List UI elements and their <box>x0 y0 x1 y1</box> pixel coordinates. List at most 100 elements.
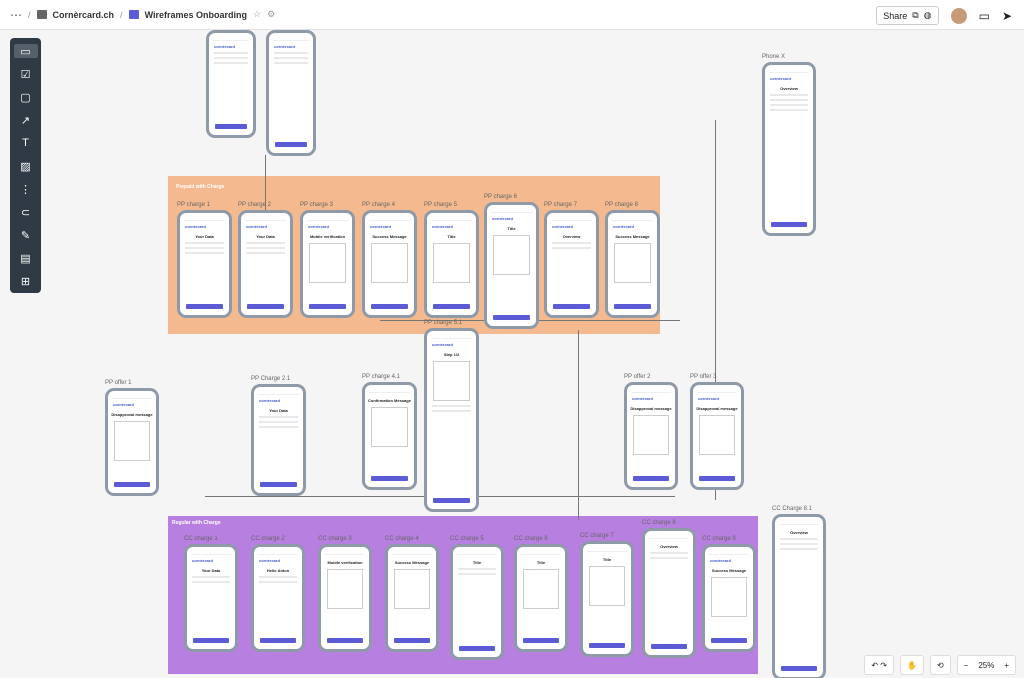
phone-frame[interactable]: cornèrcard <box>266 30 316 156</box>
arrow-icon[interactable]: ↗ <box>18 113 34 127</box>
phone-frame[interactable]: cornèrcard Success Message <box>702 544 756 652</box>
phone-frame[interactable]: cornèrcard Disapproval message <box>105 388 159 496</box>
share-button[interactable]: Share ⧉ ◍ <box>876 6 939 25</box>
phone-frame[interactable]: Mobile verification <box>318 544 372 652</box>
frame-label: PP charge 2 <box>238 202 271 208</box>
frame-tool-icon[interactable]: ▭ <box>13 44 38 58</box>
screen-title: Overview <box>780 86 798 91</box>
screen-title: Title <box>536 560 546 565</box>
settings-icon[interactable]: ⚙ <box>267 9 275 20</box>
screen-title: Disapproval message <box>696 406 738 411</box>
phone-frame[interactable]: cornèrcard Overview <box>544 210 599 318</box>
zoom-out-button[interactable]: − <box>964 661 969 670</box>
frame-icon[interactable]: ▤ <box>18 251 34 265</box>
hand-icon: ✋ <box>906 660 917 670</box>
screen-title: Success Message <box>615 234 650 239</box>
image-icon[interactable]: ▨ <box>18 159 34 173</box>
phone-frame[interactable]: cornèrcard <box>206 30 256 138</box>
phone-frame[interactable]: cornèrcard Title <box>484 202 539 329</box>
phone-frame[interactable]: cornèrcard Disapproval message <box>690 382 744 490</box>
screen-title: Success Message <box>394 560 430 565</box>
copy-icon: ⧉ <box>912 10 919 20</box>
phone-frame[interactable]: Overview <box>772 514 826 678</box>
phone-frame[interactable]: cornèrcard Overview <box>762 62 816 236</box>
screen-title: Overview <box>660 544 678 549</box>
phone-frame[interactable]: Title <box>514 544 568 652</box>
screen-title: Your Data <box>195 234 214 239</box>
breadcrumb: ⋯ / Cornèrcard.ch / Wireframes Onboardin… <box>0 8 275 22</box>
frame-label: PP offer 3 <box>690 374 717 380</box>
board-title[interactable]: Wireframes Onboarding <box>145 10 247 20</box>
link-icon[interactable]: ⊂ <box>18 205 34 219</box>
phone-frame[interactable]: Overview <box>642 528 696 658</box>
components-icon[interactable]: ☑ <box>18 67 34 81</box>
send-icon[interactable]: ➤ <box>1002 9 1012 23</box>
device-icon[interactable]: ▢ <box>18 90 34 104</box>
frame-label: CC charge 1 <box>184 536 218 542</box>
text-icon[interactable]: T <box>18 136 34 150</box>
phone-frame[interactable]: cornèrcard Your Data <box>238 210 293 318</box>
undo-redo[interactable]: ↶ ↷ <box>864 655 894 675</box>
phone-frame[interactable]: cornèrcard Mobile verification <box>300 210 355 318</box>
phone-frame[interactable]: cornèrcard Your Data <box>177 210 232 318</box>
frame-label: PP charge 8 <box>605 202 638 208</box>
hand-tool[interactable]: ✋ <box>899 655 924 675</box>
breadcrumb-org[interactable]: Cornèrcard.ch <box>53 10 115 20</box>
add-icon[interactable]: ⊞ <box>18 274 34 288</box>
frame-label: PP charge 5 <box>424 202 457 208</box>
screen-title: Your Data <box>269 408 288 413</box>
phone-frame[interactable]: cornèrcard Your Data <box>184 544 238 652</box>
canvas[interactable]: Prepaid with Charge Regular with Charge … <box>0 30 1024 678</box>
redo-icon: ↷ <box>880 660 887 670</box>
screen-title: Overview <box>790 530 808 535</box>
star-icon[interactable]: ☆ <box>253 9 261 20</box>
screen-title: Success Message <box>711 568 747 573</box>
globe-icon: ◍ <box>923 10 932 20</box>
group-prepaid-label: Prepaid with Charge <box>176 184 225 190</box>
phone-frame[interactable]: Title <box>450 544 504 660</box>
frame-label: CC charge 2 <box>251 536 285 542</box>
phone-frame[interactable]: cornèrcard Title <box>424 210 479 318</box>
more-icon[interactable]: ⋯ <box>10 8 22 22</box>
tool-palette: ▭ ☑ ▢ ↗ T ▨ ⋮ ⊂ ✎ ▤ ⊞ <box>10 38 41 293</box>
zoom-control: − 25% + <box>956 655 1016 675</box>
frame-label: CC Charge 8.1 <box>772 506 813 512</box>
phone-frame[interactable]: Success Message <box>385 544 439 652</box>
pen-icon[interactable]: ✎ <box>18 228 34 242</box>
phone-frame[interactable]: cornèrcard Your Data <box>251 384 306 496</box>
history-button[interactable]: ⟲ <box>929 655 951 675</box>
grid-icon[interactable]: ⋮ <box>18 182 34 196</box>
phone-frame[interactable]: Confirmation Message <box>362 382 417 490</box>
frame-label: CC charge 4 <box>385 536 419 542</box>
frame-label: CC charge 5 <box>450 536 484 542</box>
top-bar: ⋯ / Cornèrcard.ch / Wireframes Onboardin… <box>0 0 1024 30</box>
comment-icon[interactable]: ▭ <box>979 9 990 23</box>
phone-frame[interactable]: cornèrcard Disapproval message <box>624 382 678 490</box>
screen-title: Disapproval message <box>630 406 672 411</box>
breadcrumb-separator: / <box>28 9 31 20</box>
zoom-in-button[interactable]: + <box>1004 661 1009 670</box>
phone-frame[interactable]: cornèrcard Success Message <box>362 210 417 318</box>
phone-frame[interactable]: cornèrcard Success Message <box>605 210 660 318</box>
screen-title: Success Message <box>372 234 407 239</box>
frame-label: PP charge 6 <box>484 194 517 200</box>
screen-title: Title <box>507 226 516 231</box>
phone-frame[interactable]: cornèrcard Hello Anton <box>251 544 305 652</box>
screen-title: Your Data <box>256 234 275 239</box>
avatar[interactable] <box>950 7 967 24</box>
frame-label: PP charge 4 <box>362 202 395 208</box>
zoom-level: 25% <box>978 660 995 670</box>
undo-icon: ↶ <box>871 660 879 670</box>
group-regular-label: Regular with Charge <box>172 520 221 526</box>
frame-label: PP Charge 2.1 <box>251 376 291 382</box>
connector <box>578 330 579 520</box>
share-label: Share <box>883 10 908 21</box>
top-actions: Share ⧉ ◍ ▭ ➤ <box>876 6 1012 25</box>
frame-label: PP offer 2 <box>624 374 651 380</box>
frame-label: PP offer 1 <box>105 380 132 386</box>
phone-frame[interactable]: Title <box>580 541 634 657</box>
frame-label: PP charge 3 <box>300 202 333 208</box>
phone-frame[interactable]: cornèrcard Step 1/2 <box>424 328 479 512</box>
breadcrumb-separator: / <box>120 9 123 20</box>
bottom-controls: ↶ ↷ ✋ ⟲ − 25% + <box>864 652 1024 678</box>
